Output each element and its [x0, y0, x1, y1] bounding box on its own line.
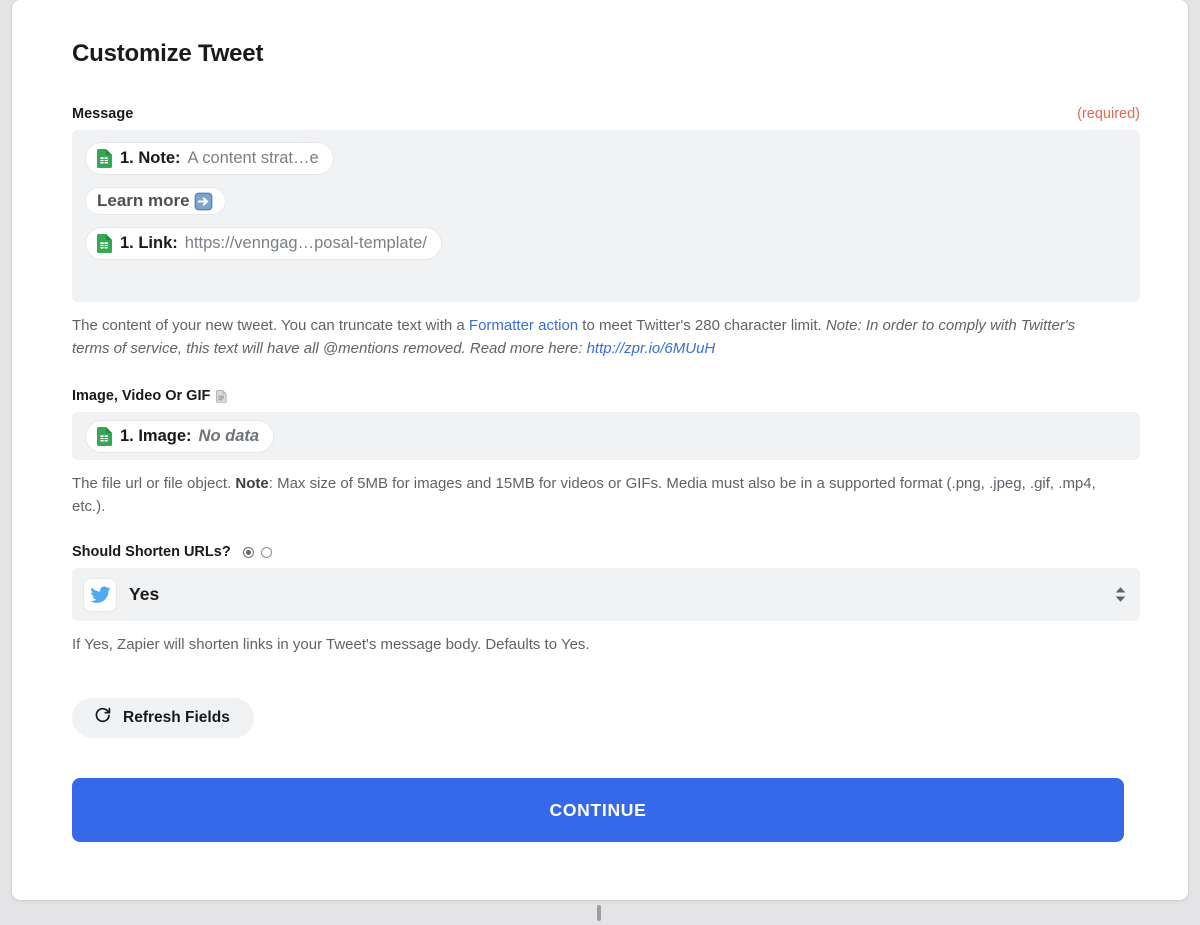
token-key: 1. Link:: [120, 234, 178, 252]
message-field: Message (required) 1. Note: A content st…: [72, 106, 1140, 360]
shorten-mode-radio-group[interactable]: [242, 546, 272, 558]
twitter-icon: [84, 578, 116, 611]
message-input[interactable]: 1. Note: A content strat…e Learn more 1.…: [72, 130, 1140, 302]
token-value: A content strat…e: [187, 149, 319, 167]
shorten-urls-help-text: If Yes, Zapier will shorten links in you…: [72, 636, 590, 653]
google-sheets-icon: [96, 149, 113, 168]
image-label-row: Image, Video Or GIF: [72, 388, 1140, 404]
refresh-fields-label: Refresh Fields: [123, 709, 230, 726]
message-token-row-1: 1. Note: A content strat…e: [86, 143, 1126, 174]
token-key: 1. Image:: [120, 426, 192, 445]
radio-dynamic-value[interactable]: [260, 546, 272, 558]
message-token-row-2: Learn more: [86, 188, 1126, 214]
image-field: Image, Video Or GIF 1. Image: No data Th…: [72, 388, 1140, 518]
panel-resize-handle[interactable]: [597, 905, 601, 921]
message-token-row-3: 1. Link: https://venngag…posal-template/: [86, 228, 1126, 259]
arrow-right-emoji-icon: [194, 192, 213, 211]
token-value: No data: [198, 426, 260, 445]
shorten-urls-value: Yes: [129, 584, 160, 604]
image-help-text: The file url or file object. Note: Max s…: [72, 472, 1102, 518]
help-bold-note: Note: [235, 475, 269, 492]
message-label-row: Message (required): [72, 106, 1140, 122]
continue-button[interactable]: CONTINUE: [72, 778, 1124, 842]
token-text: Learn more: [97, 191, 190, 210]
token-chip-learn-more[interactable]: Learn more: [86, 188, 225, 214]
message-required-badge: (required): [1077, 106, 1140, 122]
refresh-fields-button[interactable]: Refresh Fields: [72, 698, 254, 738]
help-part-1: The file url or file object.: [72, 475, 236, 492]
google-sheets-icon: [96, 234, 113, 253]
shorten-urls-select[interactable]: Yes: [72, 568, 1140, 621]
screen-root: Customize Tweet Message (required) 1. No…: [0, 0, 1200, 925]
document-icon: [216, 389, 227, 403]
token-chip-image[interactable]: 1. Image: No data: [86, 420, 274, 452]
refresh-icon: [94, 707, 111, 729]
message-label: Message: [72, 106, 134, 122]
help-part-2: to meet Twitter's 280 character limit.: [578, 317, 826, 334]
image-input[interactable]: 1. Image: No data: [72, 412, 1140, 460]
stepper-up-down-icon[interactable]: [1115, 587, 1126, 602]
token-value: https://venngag…posal-template/: [184, 234, 427, 252]
formatter-action-link[interactable]: Formatter action: [469, 317, 578, 334]
google-sheets-icon: [96, 426, 113, 446]
token-key: 1. Note:: [120, 149, 181, 167]
image-label: Image, Video Or GIF: [72, 388, 211, 404]
token-chip-link[interactable]: 1. Link: https://venngag…posal-template/: [86, 228, 441, 259]
zpr-io-link[interactable]: http://zpr.io/6MUuH: [587, 340, 716, 357]
customize-tweet-card: Customize Tweet Message (required) 1. No…: [12, 0, 1188, 900]
shorten-urls-field: Should Shorten URLs? Yes If Yes, Zapier …: [72, 544, 1140, 656]
page-title: Customize Tweet: [72, 40, 264, 67]
help-part-1: The content of your new tweet. You can t…: [72, 317, 469, 334]
token-chip-note[interactable]: 1. Note: A content strat…e: [86, 143, 333, 174]
shorten-label-row: Should Shorten URLs?: [72, 544, 1140, 560]
shorten-urls-label: Should Shorten URLs?: [72, 544, 231, 560]
message-help-text: The content of your new tweet. You can t…: [72, 314, 1102, 360]
radio-custom-value[interactable]: [242, 546, 254, 558]
